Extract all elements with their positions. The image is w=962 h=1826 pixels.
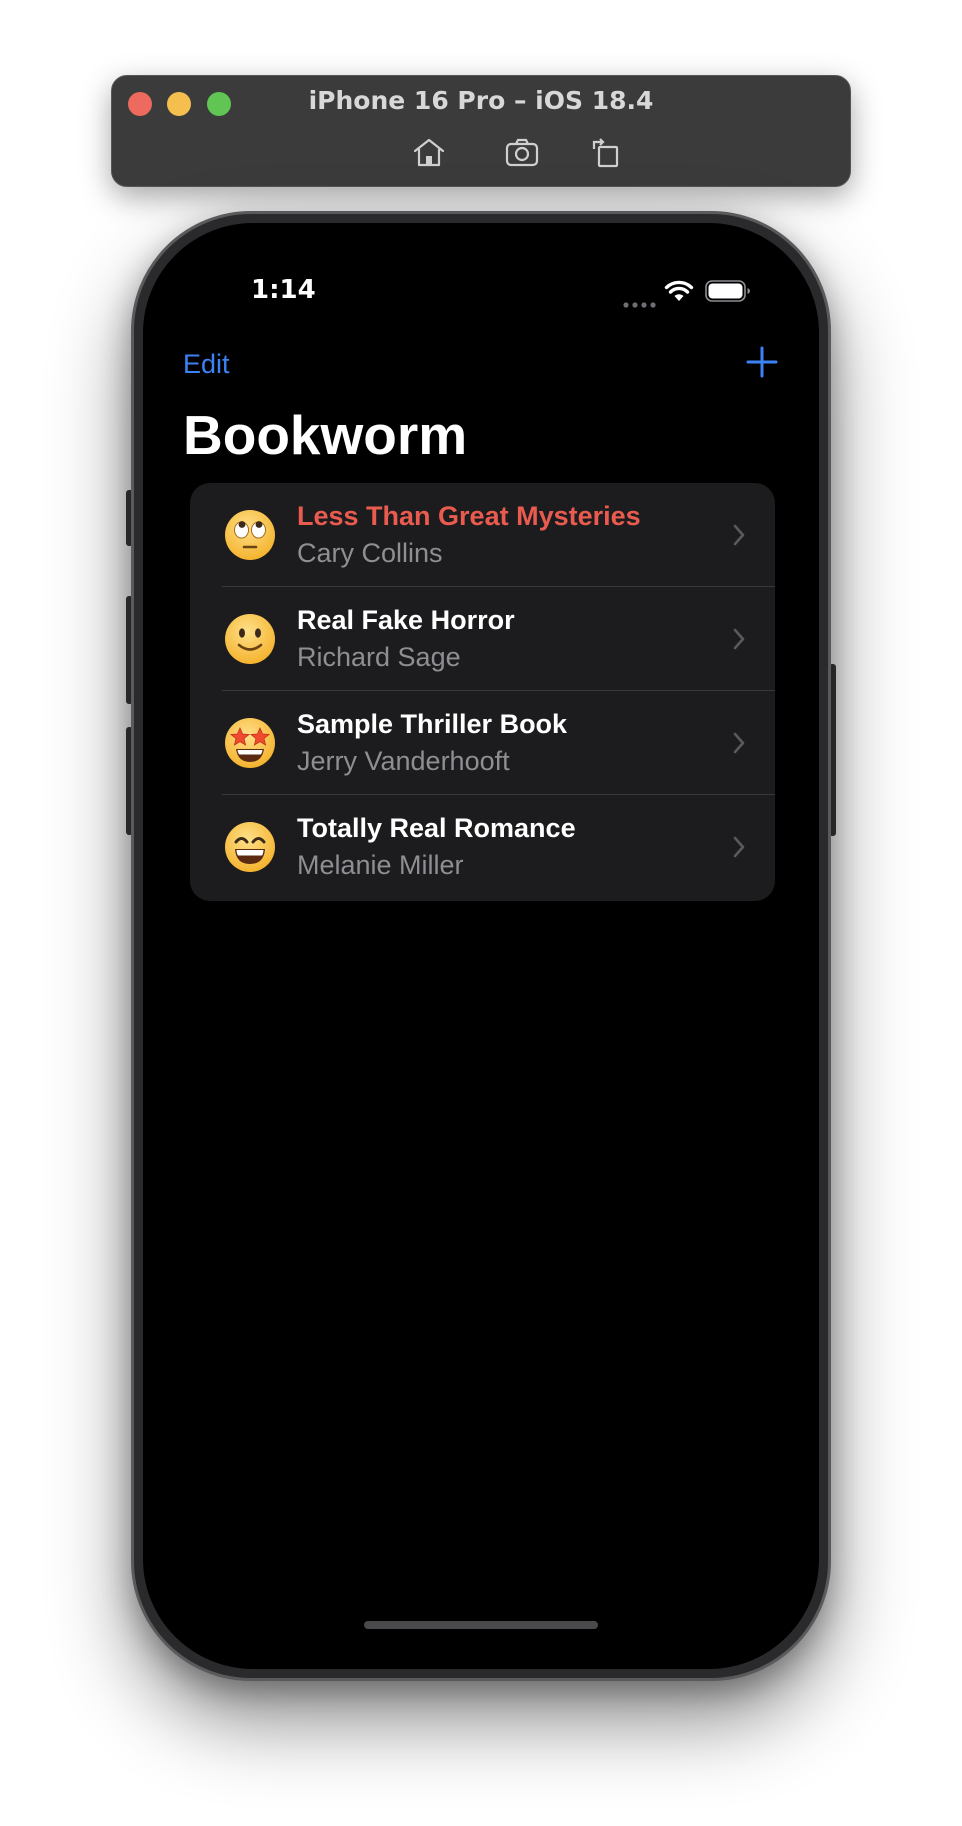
book-author: Melanie Miller xyxy=(297,850,464,880)
wifi-icon xyxy=(664,280,694,302)
book-title: Less Than Great Mysteries xyxy=(297,501,641,531)
simulator-title: iPhone 16 Pro – iOS 18.4 xyxy=(308,86,654,115)
edit-button[interactable]: Edit xyxy=(183,349,230,380)
plus-icon[interactable] xyxy=(745,345,779,379)
chevron-right-icon xyxy=(732,731,746,755)
cellular-signal-icon xyxy=(623,295,657,308)
grinning-face-icon xyxy=(224,821,276,873)
book-title: Real Fake Horror xyxy=(297,605,515,635)
list-item[interactable]: Real Fake Horror Richard Sage xyxy=(190,587,775,691)
book-title: Totally Real Romance xyxy=(297,813,576,843)
rotate-icon[interactable] xyxy=(589,136,625,168)
chevron-right-icon xyxy=(732,627,746,651)
phone-screen: 1:14 Edit Bookworm Less Than Great Myste… xyxy=(143,223,819,1669)
list-item[interactable]: Less Than Great Mysteries Cary Collins xyxy=(190,483,775,587)
star-struck-face-icon xyxy=(224,717,276,769)
battery-icon xyxy=(705,279,751,303)
screenshot-icon[interactable] xyxy=(504,136,540,168)
slightly-smiling-face-icon xyxy=(224,613,276,665)
home-icon[interactable] xyxy=(411,136,447,168)
list-item[interactable]: Totally Real Romance Melanie Miller xyxy=(190,795,775,899)
page-title: Bookworm xyxy=(183,404,468,466)
book-title: Sample Thriller Book xyxy=(297,709,568,739)
book-author: Cary Collins xyxy=(297,538,443,568)
book-author: Jerry Vanderhooft xyxy=(297,746,510,776)
chevron-right-icon xyxy=(732,523,746,547)
eye-roll-face-icon xyxy=(224,509,276,561)
book-author: Richard Sage xyxy=(297,642,461,672)
list-item[interactable]: Sample Thriller Book Jerry Vanderhooft xyxy=(190,691,775,795)
status-time: 1:14 xyxy=(251,275,316,305)
book-list: Less Than Great Mysteries Cary Collins R… xyxy=(190,483,775,901)
chevron-right-icon xyxy=(732,835,746,859)
home-indicator[interactable] xyxy=(364,1621,598,1629)
